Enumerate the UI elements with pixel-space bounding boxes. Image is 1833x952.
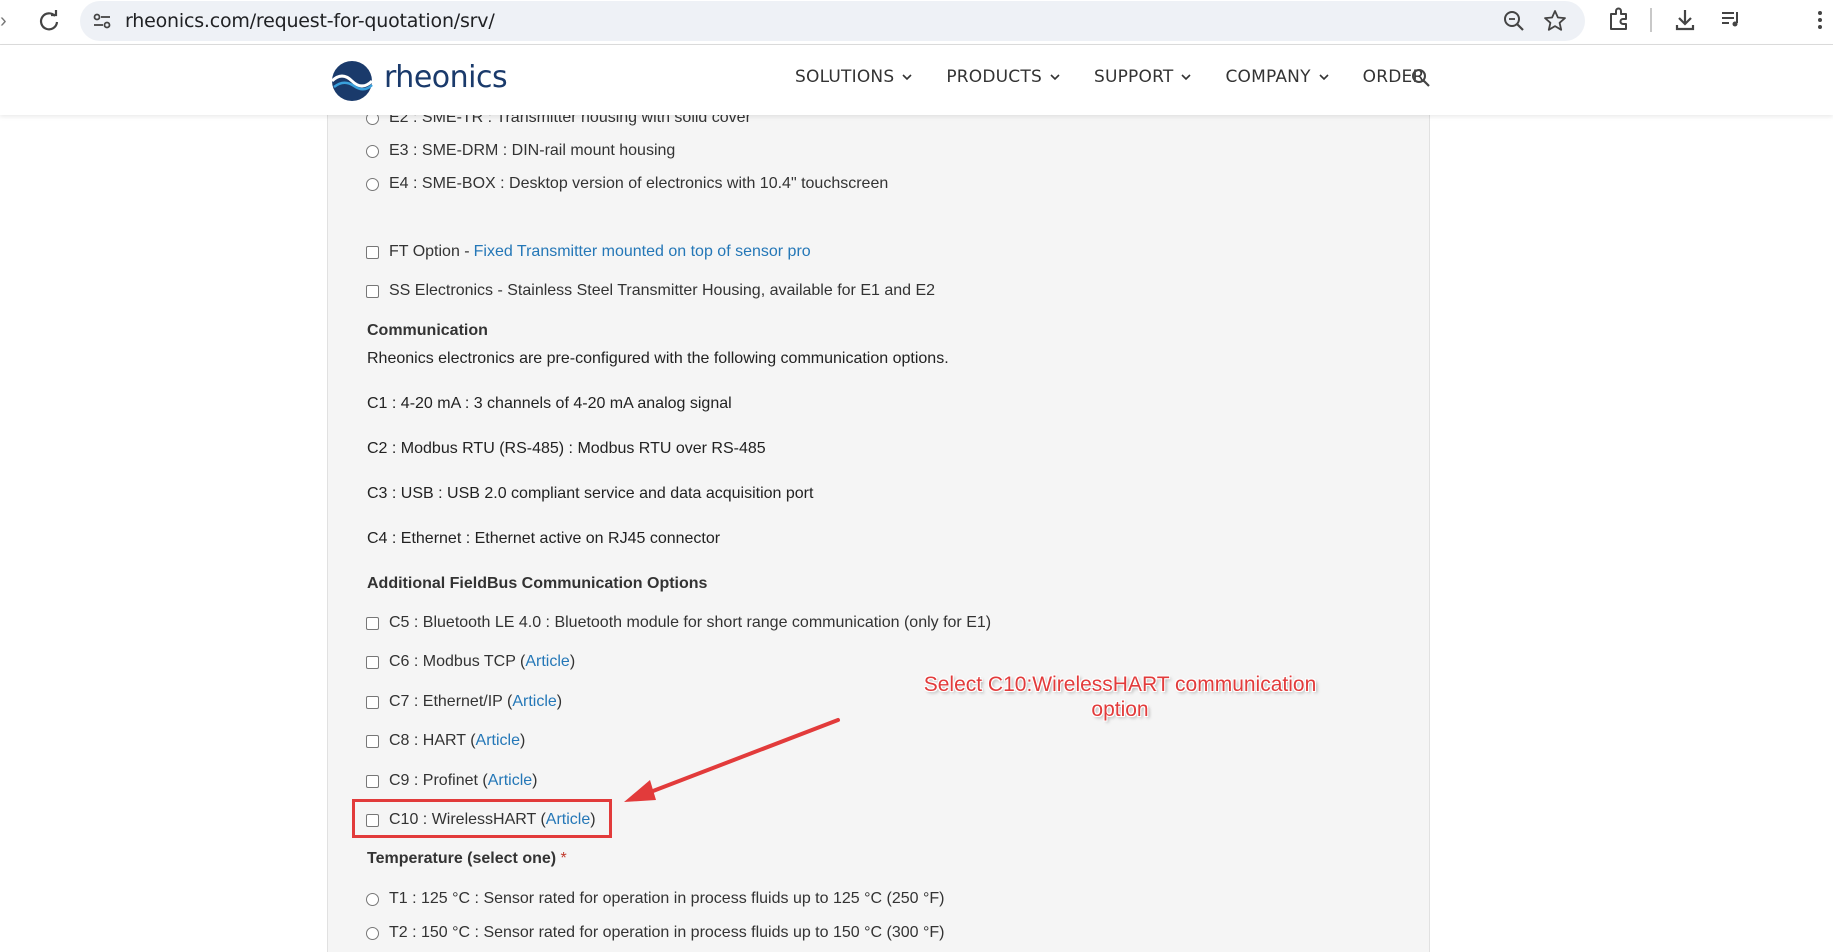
site-info-icon[interactable]: [90, 9, 114, 33]
nav-products-label: PRODUCTS: [946, 67, 1042, 87]
rheonics-logo-icon: [330, 61, 374, 101]
option-c8-suffix: ): [520, 732, 526, 749]
c8-checkbox[interactable]: [366, 734, 379, 748]
option-t2-label: T2 : 150 °C : Sensor rated for operation…: [389, 924, 945, 941]
url-text[interactable]: rheonics.com/request-for-quotation/srv/: [125, 10, 495, 32]
communication-heading: Communication: [367, 322, 488, 339]
address-bar[interactable]: rheonics.com/request-for-quotation/srv/: [80, 1, 1585, 41]
option-c9-label: C9 : Profinet (: [389, 772, 488, 789]
download-icon[interactable]: [1670, 3, 1700, 37]
option-c5[interactable]: C5 : Bluetooth LE 4.0 : Bluetooth module…: [366, 614, 991, 632]
forward-icon[interactable]: ›: [0, 10, 14, 32]
annotation-line-1: Select C10:WirelessHART communication: [923, 673, 1317, 696]
option-t2[interactable]: T2 : 150 °C : Sensor rated for operation…: [366, 924, 944, 942]
option-e3-label: E3 : SME-DRM : DIN-rail mount housing: [389, 142, 676, 159]
option-e3[interactable]: E3 : SME-DRM : DIN-rail mount housing: [366, 142, 675, 160]
nav-support-label: SUPPORT: [1093, 67, 1174, 87]
nav-company-label: COMPANY: [1225, 67, 1311, 87]
logo-text: rheonics: [384, 60, 508, 95]
e3-radio[interactable]: [366, 144, 379, 158]
chevron-down-icon: [1319, 74, 1329, 81]
site-header: rheonics SOLUTIONS PRODUCTS SUPPORT COMP…: [0, 45, 1833, 115]
c7-checkbox[interactable]: [366, 695, 379, 709]
option-c8[interactable]: C8 : HART (Article): [366, 732, 525, 750]
required-mark: *: [560, 850, 567, 867]
chevron-down-icon: [1181, 74, 1192, 81]
communication-c3: C3 : USB : USB 2.0 compliant service and…: [367, 485, 814, 502]
toolbar-divider: [1650, 8, 1652, 32]
e4-radio[interactable]: [366, 177, 379, 191]
browser-toolbar: › rheonics.com/request-for-quotation/srv…: [0, 0, 1833, 45]
option-e4[interactable]: E4 : SME-BOX : Desktop version of electr…: [366, 175, 888, 193]
annotation-callout: Select C10:WirelessHART communication op…: [900, 672, 1340, 722]
nav-products[interactable]: PRODUCTS: [946, 67, 1060, 87]
ss-electronics-label: SS Electronics - Stainless Steel Transmi…: [389, 282, 936, 299]
t1-radio[interactable]: [366, 892, 379, 906]
option-c8-label: C8 : HART (: [389, 732, 476, 749]
option-c6-suffix: ): [569, 653, 576, 670]
ft-option-label: FT Option -: [389, 243, 470, 260]
option-c7-label: C7 : Ethernet/IP (: [389, 693, 513, 710]
c9-checkbox[interactable]: [366, 774, 379, 788]
chevron-down-icon: [1050, 74, 1060, 81]
chevron-down-icon: [902, 74, 912, 81]
media-control-icon[interactable]: [1716, 3, 1746, 37]
option-c7[interactable]: C7 : Ethernet/IP (Article): [366, 693, 562, 711]
annotation-arrow-icon: [624, 718, 840, 802]
c5-checkbox[interactable]: [366, 616, 379, 630]
extensions-icon[interactable]: [1604, 3, 1634, 37]
c6-checkbox[interactable]: [366, 655, 379, 669]
annotation-line-2: option: [1091, 698, 1149, 721]
bookmark-star-icon[interactable]: [1541, 7, 1569, 35]
c6-article-link[interactable]: Article: [525, 653, 569, 671]
c9-article-link[interactable]: Article: [488, 772, 532, 790]
nav-company[interactable]: COMPANY: [1225, 67, 1329, 87]
option-c9[interactable]: C9 : Profinet (Article): [366, 772, 537, 790]
option-c6-label: C6 : Modbus TCP (: [389, 653, 526, 670]
fieldbus-heading: Additional FieldBus Communication Option…: [367, 575, 708, 592]
c8-article-link[interactable]: Article: [476, 732, 520, 750]
option-c6[interactable]: C6 : Modbus TCP (Article): [366, 653, 575, 671]
option-ft[interactable]: FT Option - Fixed Transmitter mounted on…: [366, 243, 811, 261]
temperature-heading-label: Temperature (select one): [367, 850, 557, 867]
reload-icon[interactable]: [34, 6, 64, 36]
communication-c2: C2 : Modbus RTU (RS-485) : Modbus RTU ov…: [367, 440, 766, 457]
c10-highlight-box: [352, 799, 612, 838]
search-icon[interactable]: [1411, 68, 1431, 88]
more-menu-icon[interactable]: [1810, 3, 1830, 37]
ft-checkbox[interactable]: [366, 245, 379, 259]
option-ss-electronics[interactable]: SS Electronics - Stainless Steel Transmi…: [366, 282, 935, 300]
nav-solutions-label: SOLUTIONS: [795, 67, 895, 87]
nav-solutions[interactable]: SOLUTIONS: [795, 67, 912, 87]
communication-c1: C1 : 4-20 mA : 3 channels of 4-20 mA ana…: [367, 395, 732, 412]
communication-c4: C4 : Ethernet : Ethernet active on RJ45 …: [367, 530, 721, 547]
main-nav: SOLUTIONS PRODUCTS SUPPORT COMPANY ORDER: [795, 67, 1459, 87]
communication-intro: Rheonics electronics are pre-configured …: [367, 350, 949, 367]
temperature-heading: Temperature (select one) *: [367, 850, 567, 868]
nav-support[interactable]: SUPPORT: [1093, 67, 1192, 87]
t2-radio[interactable]: [366, 926, 379, 940]
rheonics-logo[interactable]: rheonics: [330, 57, 508, 105]
zoom-icon[interactable]: [1500, 7, 1528, 35]
ss-checkbox[interactable]: [366, 284, 379, 298]
c7-article-link[interactable]: Article: [512, 693, 556, 711]
ft-option-link[interactable]: Fixed Transmitter mounted on top of sens…: [474, 243, 811, 261]
option-t1[interactable]: T1 : 125 °C : Sensor rated for operation…: [366, 890, 944, 908]
option-c9-suffix: ): [532, 772, 538, 789]
option-c5-label: C5 : Bluetooth LE 4.0 : Bluetooth module…: [389, 614, 992, 631]
option-e4-label: E4 : SME-BOX : Desktop version of electr…: [389, 175, 889, 192]
option-t1-label: T1 : 125 °C : Sensor rated for operation…: [389, 890, 945, 907]
option-c7-suffix: ): [556, 693, 563, 710]
